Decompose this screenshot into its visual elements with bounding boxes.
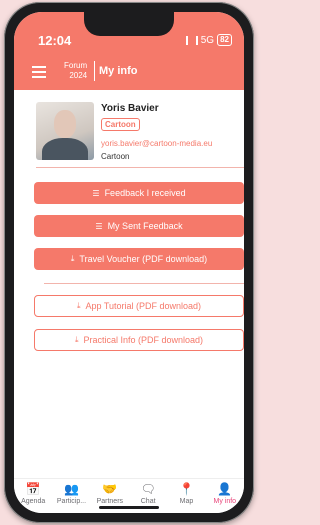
list-icon: ☰ [95,221,103,231]
profile-card: Yoris Bavier Cartoon yoris.bavier@cartoo… [36,102,236,162]
download-icon: ⤓ [70,254,75,263]
tab-label: Map [179,498,194,505]
tab-label: My info [213,498,237,505]
battery-icon: 82 [217,34,232,46]
nav-header: Forum 2024 My info [14,58,244,90]
tab-agenda[interactable]: 📅 Agenda [14,479,52,513]
signal-icon [185,35,198,45]
avatar [36,102,94,160]
menu-icon[interactable] [32,66,46,78]
tab-label: Chat [140,498,156,505]
profile-name: Yoris Bavier [101,103,159,114]
button-label: Practical Info (PDF download) [83,335,204,345]
chat-icon: 🗨 [140,482,156,496]
people-icon: 👥 [64,482,79,496]
divider [36,167,244,168]
feedback-received-button[interactable]: ☰ Feedback I received [34,182,244,204]
travel-voucher-button[interactable]: ⤓ Travel Voucher (PDF download) [34,248,244,270]
status-indicators: 5G 82 [185,34,232,46]
button-label: My Sent Feedback [107,221,183,231]
status-time: 12:04 [38,33,72,48]
sent-feedback-button[interactable]: ☰ My Sent Feedback [34,215,244,237]
map-pin-icon: 📍 [179,482,194,496]
profile-email[interactable]: yoris.bavier@cartoon-media.eu [101,139,212,148]
tab-label: Agenda [21,498,46,505]
network-label: 5G [200,34,215,46]
tab-label: Particip... [56,498,87,505]
profile-company: Cartoon [101,152,130,161]
download-icon: ⤓ [74,335,79,344]
tab-map[interactable]: 📍 Map [167,479,205,513]
home-indicator [99,506,159,509]
tab-my-info[interactable]: 👤 My info [206,479,244,513]
download-icon: ⤓ [76,301,81,310]
tab-label: Partners [96,498,124,505]
practical-info-button[interactable]: ⤓ Practical Info (PDF download) [34,329,244,351]
event-logo: Forum 2024 [64,61,87,81]
app-screen: 12:04 5G 82 Forum 2024 My info Yoris Bav… [14,12,244,513]
button-label: App Tutorial (PDF download) [85,301,202,311]
brand-divider [94,61,95,81]
divider [44,283,244,284]
tab-participants[interactable]: 👥 Particip... [52,479,90,513]
brand-line-2: 2024 [69,71,88,80]
handshake-icon: 🤝 [102,482,118,496]
button-label: Feedback I received [104,188,186,198]
status-bar: 12:04 5G 82 [14,30,244,50]
app-header: 12:04 5G 82 Forum 2024 My info [14,12,244,90]
list-icon: ☰ [92,188,100,198]
app-tutorial-button[interactable]: ⤓ App Tutorial (PDF download) [34,295,244,317]
organization-tag: Cartoon [101,118,140,131]
phone-frame: 12:04 5G 82 Forum 2024 My info Yoris Bav… [4,2,254,523]
calendar-icon: 📅 [25,482,41,496]
button-label: Travel Voucher (PDF download) [79,254,208,264]
person-icon: 👤 [217,482,233,496]
page-title: My info [99,65,138,77]
brand-line-1: Forum [64,61,88,70]
